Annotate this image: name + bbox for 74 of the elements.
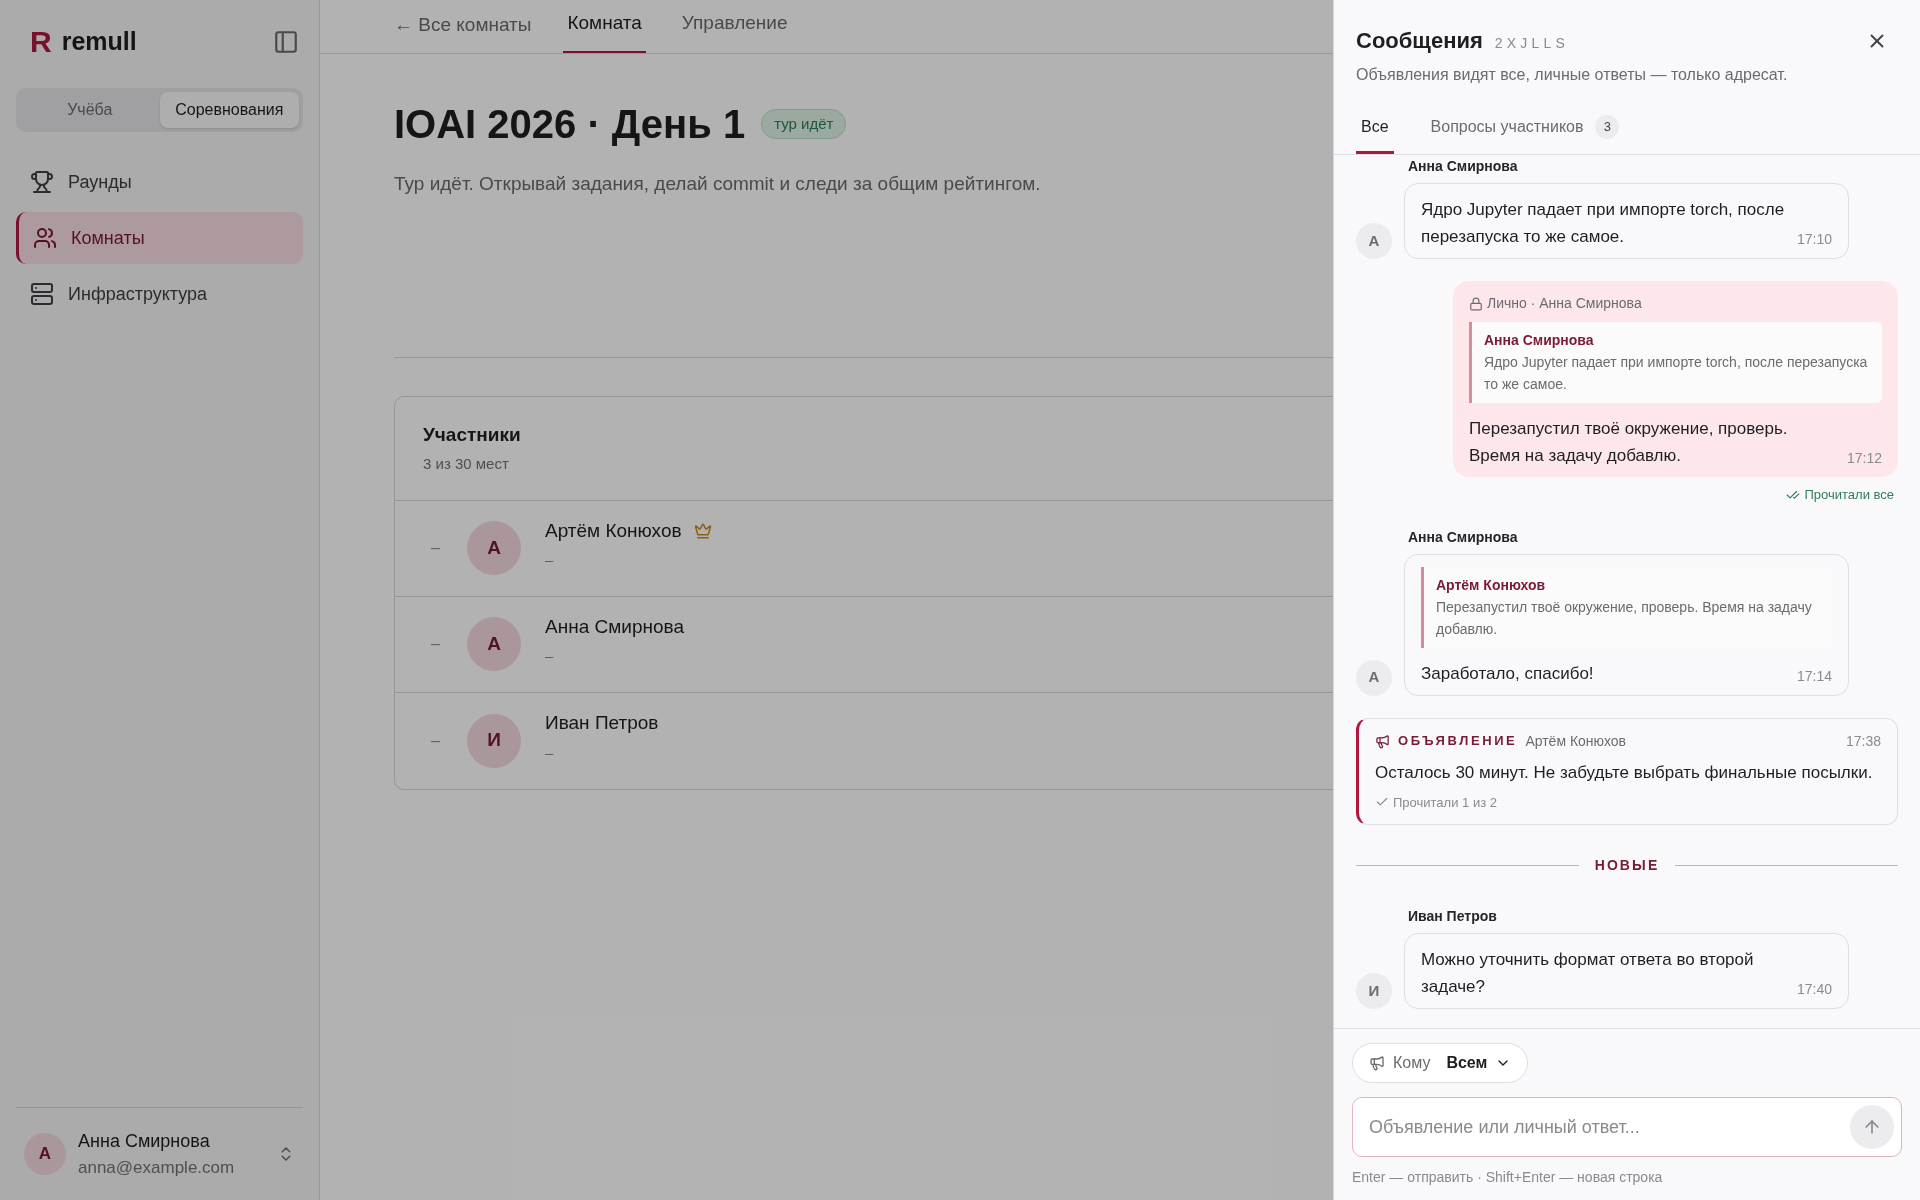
read-receipt: Прочитали 1 из 2 — [1393, 793, 1497, 812]
announcement-label: ОБЪЯВЛЕНИЕ — [1398, 732, 1518, 751]
server-icon — [30, 282, 54, 306]
user-avatar: А — [24, 1132, 66, 1175]
avatar: А — [1356, 659, 1392, 696]
message-time: 17:14 — [1796, 666, 1832, 686]
recipient-label: Кому — [1393, 1053, 1431, 1073]
sender-name: Анна Смирнова — [1408, 527, 1519, 547]
message-text: Можно уточнить формат ответа во второй задаче? — [1421, 949, 1755, 998]
new-messages-divider: НОВЫЕ — [1594, 856, 1660, 875]
nav-item[interactable]: Раунды — [16, 156, 303, 208]
user-name: Анна Смирнова — [78, 1129, 211, 1153]
room-code: 2XJLLS — [1494, 34, 1570, 53]
participant-avatar: А — [467, 617, 521, 671]
page-description: Тур идёт. Открывай задания, делай commit и следи за общим рейтингом. — [394, 172, 1042, 196]
avatar: И — [1356, 973, 1392, 1009]
panel-subtitle: Объявления видят все, личные ответы — только адресат. — [1356, 65, 1789, 85]
participant-avatar: А — [467, 521, 521, 575]
message-time: 17:12 — [1846, 449, 1882, 468]
participant-name: Артём Конюхов — [545, 518, 682, 543]
participant-detail: – — [545, 742, 555, 763]
message-text: Перезапустил твоё окружение, проверь. Время на задачу добавлю. — [1469, 418, 1789, 467]
quote-text: Перезапустил твоё окружение, проверь. Время на задачу добавлю. — [1436, 597, 1813, 639]
user-email: anna@example.com — [78, 1156, 236, 1179]
recipient-select[interactable]: Кому Всем — [1352, 1043, 1529, 1083]
rank: – — [431, 538, 441, 558]
quote-author: Артём Конюхов — [1436, 575, 1547, 595]
visibility-label: Лично · Анна Смирнова — [1487, 294, 1642, 313]
panel-tab[interactable]: Все — [1356, 115, 1394, 154]
announcement-author: Артём Конюхов — [1525, 731, 1626, 751]
mode-tab[interactable]: Учёба — [20, 92, 160, 128]
card-subtitle: 3 из 30 мест — [423, 454, 509, 474]
panel-title: Сообщения — [1356, 27, 1483, 55]
participant-avatar: И — [467, 713, 521, 768]
message-input[interactable]: Объявление или личный ответ... — [1352, 1097, 1902, 1157]
sender-name: Иван Петров — [1408, 907, 1498, 926]
page-tab[interactable]: Комната — [563, 8, 646, 53]
users-icon — [33, 226, 57, 250]
message-time: 17:38 — [1845, 731, 1881, 751]
message-time: 17:10 — [1796, 230, 1832, 249]
nav-item[interactable]: Комнаты — [16, 212, 303, 264]
recipient-value: Всем — [1446, 1053, 1488, 1073]
sender-name: Анна Смирнова — [1408, 157, 1519, 176]
nav-item[interactable]: Инфраструктура — [16, 268, 303, 320]
participant-detail: – — [545, 550, 555, 570]
message-time: 17:40 — [1796, 980, 1832, 999]
announcement-text: Осталось 30 минут. Не забудьте выбрать финальные посылки. — [1375, 761, 1874, 784]
status-badge: тур идёт — [761, 108, 847, 140]
participant-name: Анна Смирнова — [545, 614, 684, 639]
message-text: Ядро Jupyter падает при импорте torch, после перезапуска то же самое. — [1421, 199, 1785, 248]
rank: – — [431, 634, 441, 654]
trophy-icon — [30, 170, 54, 194]
message-text: Заработало, спасибо! — [1421, 662, 1594, 685]
panel-tab[interactable]: Вопросы участников 3 — [1425, 115, 1625, 154]
quote-author: Анна Смирнова — [1484, 331, 1595, 350]
brand-name: remull — [61, 26, 137, 58]
page-tab[interactable]: Управление — [677, 8, 792, 53]
read-receipt: Прочитали все — [1804, 486, 1894, 504]
participant-name: Иван Петров — [545, 711, 659, 735]
input-hint: Enter — отправить · Shift+Enter — новая строка — [1352, 1168, 1664, 1187]
back-link[interactable]: ← Все комнаты — [394, 10, 532, 53]
mode-tab[interactable]: Соревнования — [159, 92, 299, 128]
lock-icon — [1469, 296, 1483, 311]
megaphone-icon — [1369, 1055, 1385, 1071]
count-badge: 3 — [1595, 115, 1620, 139]
quote-text: Ядро Jupyter падает при импорте torch, после перезапуска то же самое. — [1484, 353, 1869, 394]
card-title: Участники — [423, 422, 521, 447]
rank: – — [431, 730, 441, 751]
logo-mark: R — [30, 27, 52, 57]
participant-detail: – — [545, 646, 555, 666]
page-title: IOAI 2026 · День 1 — [394, 101, 746, 148]
sidebar-toggle-icon[interactable] — [273, 29, 299, 55]
megaphone-icon — [1375, 733, 1390, 749]
avatar: А — [1356, 223, 1392, 259]
